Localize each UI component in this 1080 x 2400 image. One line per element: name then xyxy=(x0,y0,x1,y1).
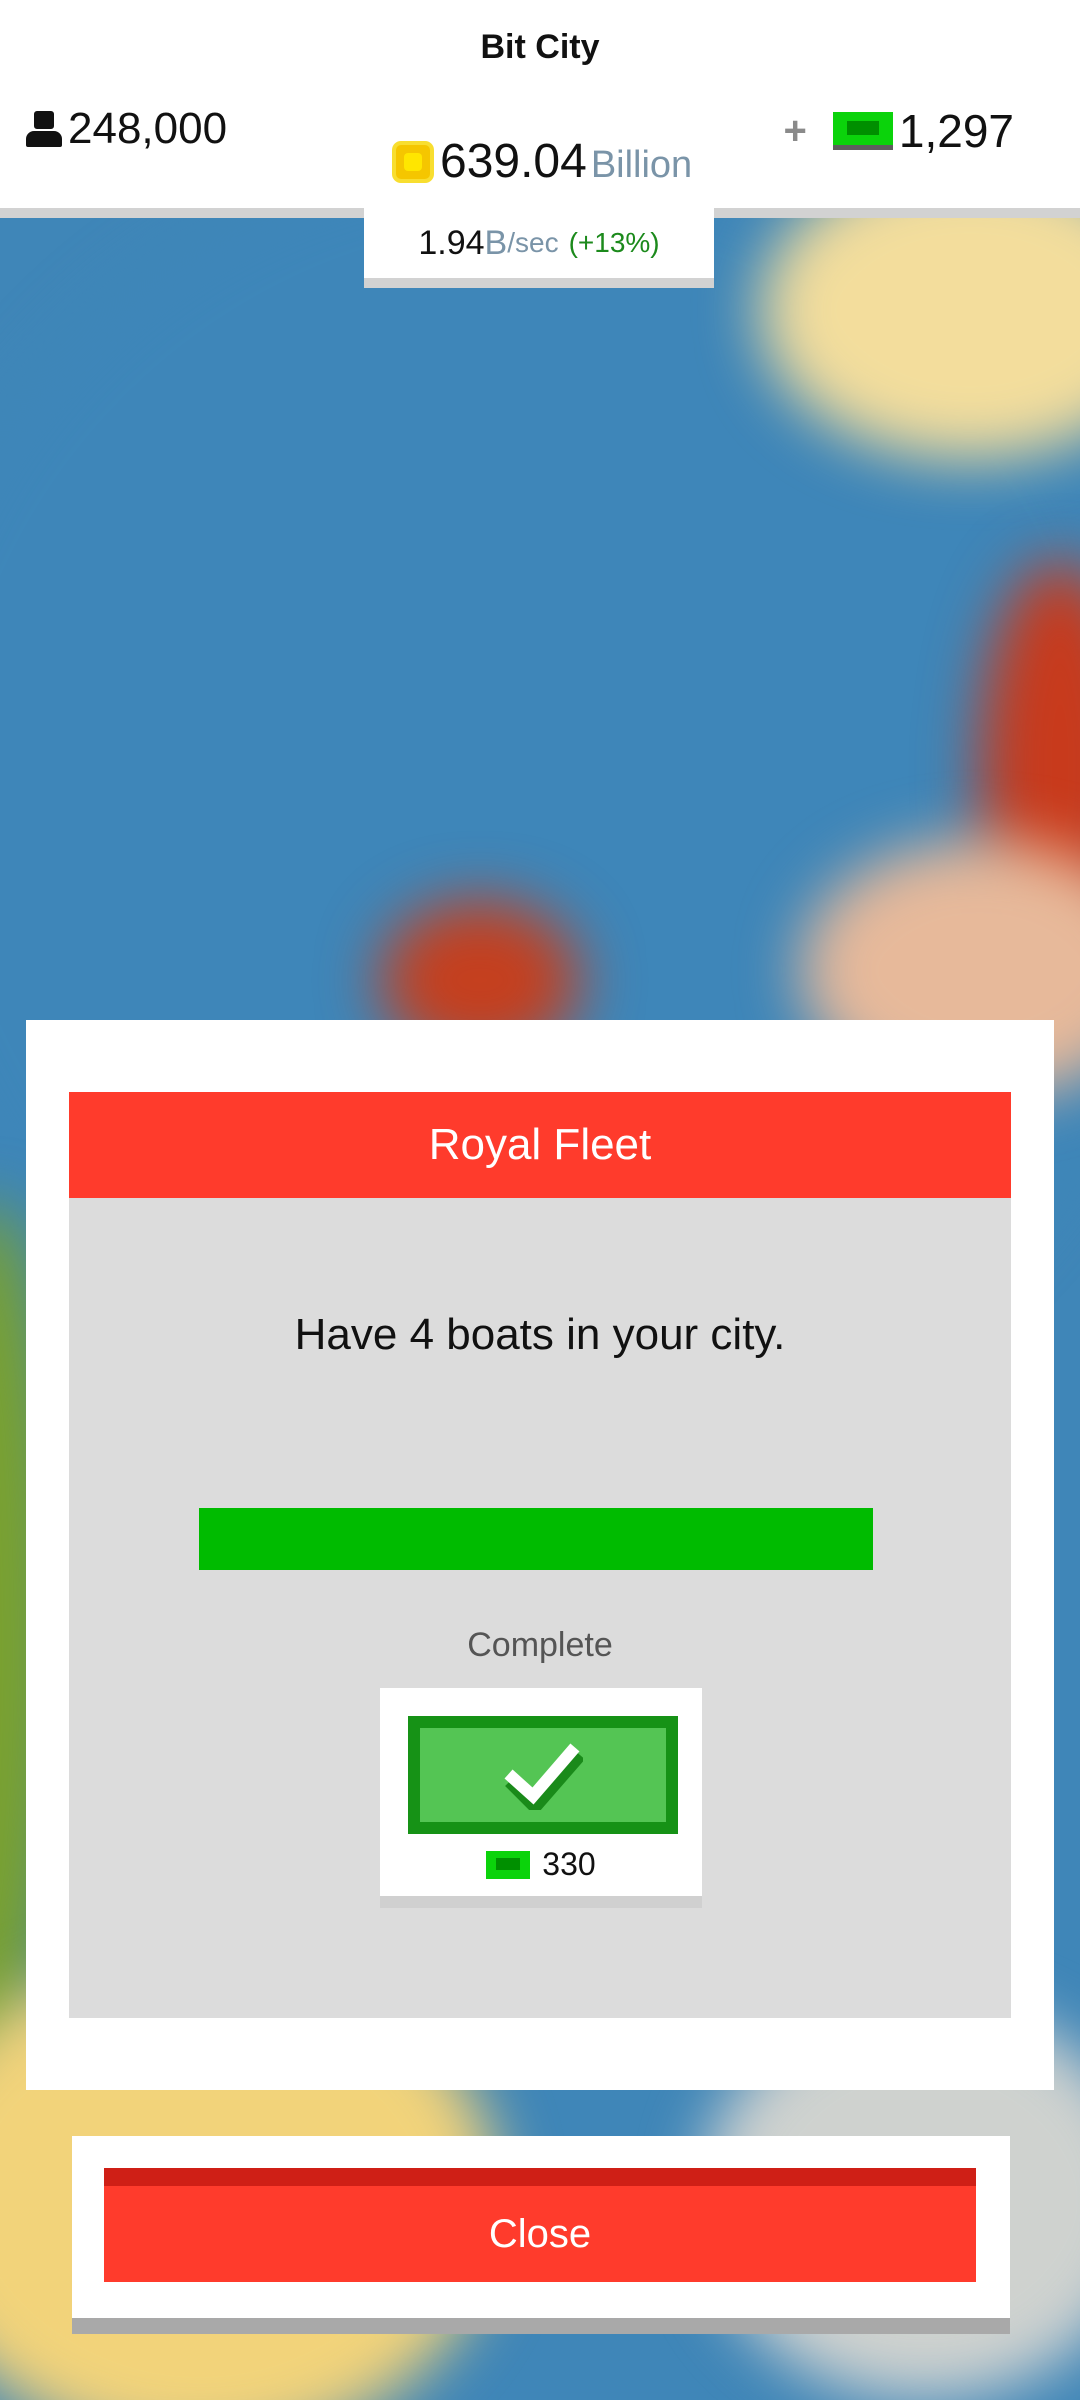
rate-value: 1.94 xyxy=(418,223,485,262)
close-button-frame: Close xyxy=(72,2136,1010,2334)
rate-per: /sec xyxy=(507,227,559,258)
coins-value: 639.04 xyxy=(440,135,587,188)
population-counter: 248,000 xyxy=(26,104,227,154)
cash-value: 1,297 xyxy=(898,105,1014,157)
dialog-body: Have 4 boats in your city. Complete 330 xyxy=(69,1198,1011,2018)
achievement-description: Have 4 boats in your city. xyxy=(294,1310,786,1359)
add-cash-button[interactable]: + xyxy=(784,109,807,154)
cash-bill-icon xyxy=(832,112,893,150)
progress-bar xyxy=(199,1508,873,1570)
close-button[interactable]: Close xyxy=(104,2168,976,2282)
reward-amount: 330 xyxy=(380,1846,702,1883)
coins-counter: 639.04 Billion xyxy=(392,134,692,189)
status-label: Complete xyxy=(467,1626,613,1664)
claim-reward-button[interactable] xyxy=(408,1716,678,1834)
progress-fill xyxy=(199,1508,873,1570)
top-status-bar: Bit City 248,000 639.04 Billion + 1,297 xyxy=(0,0,1080,218)
income-rate-panel: 1.94 B /sec (+13%) xyxy=(364,208,714,288)
cash-bill-icon xyxy=(486,1850,531,1879)
population-value: 248,000 xyxy=(68,104,228,153)
rate-unit: B xyxy=(484,223,508,262)
cash-counter[interactable]: + 1,297 xyxy=(784,104,1014,158)
coin-icon xyxy=(392,140,434,183)
reward-card[interactable]: 330 xyxy=(380,1688,702,1908)
city-name: Bit City xyxy=(480,28,600,66)
rate-bonus: (+13%) xyxy=(568,227,660,258)
reward-value: 330 xyxy=(542,1846,596,1882)
checkmark-icon xyxy=(504,1743,583,1810)
coins-unit: Billion xyxy=(590,144,693,186)
person-icon xyxy=(26,111,62,147)
achievement-dialog: Royal Fleet Have 4 boats in your city. C… xyxy=(26,1020,1054,2090)
dialog-title: Royal Fleet xyxy=(69,1092,1011,1198)
